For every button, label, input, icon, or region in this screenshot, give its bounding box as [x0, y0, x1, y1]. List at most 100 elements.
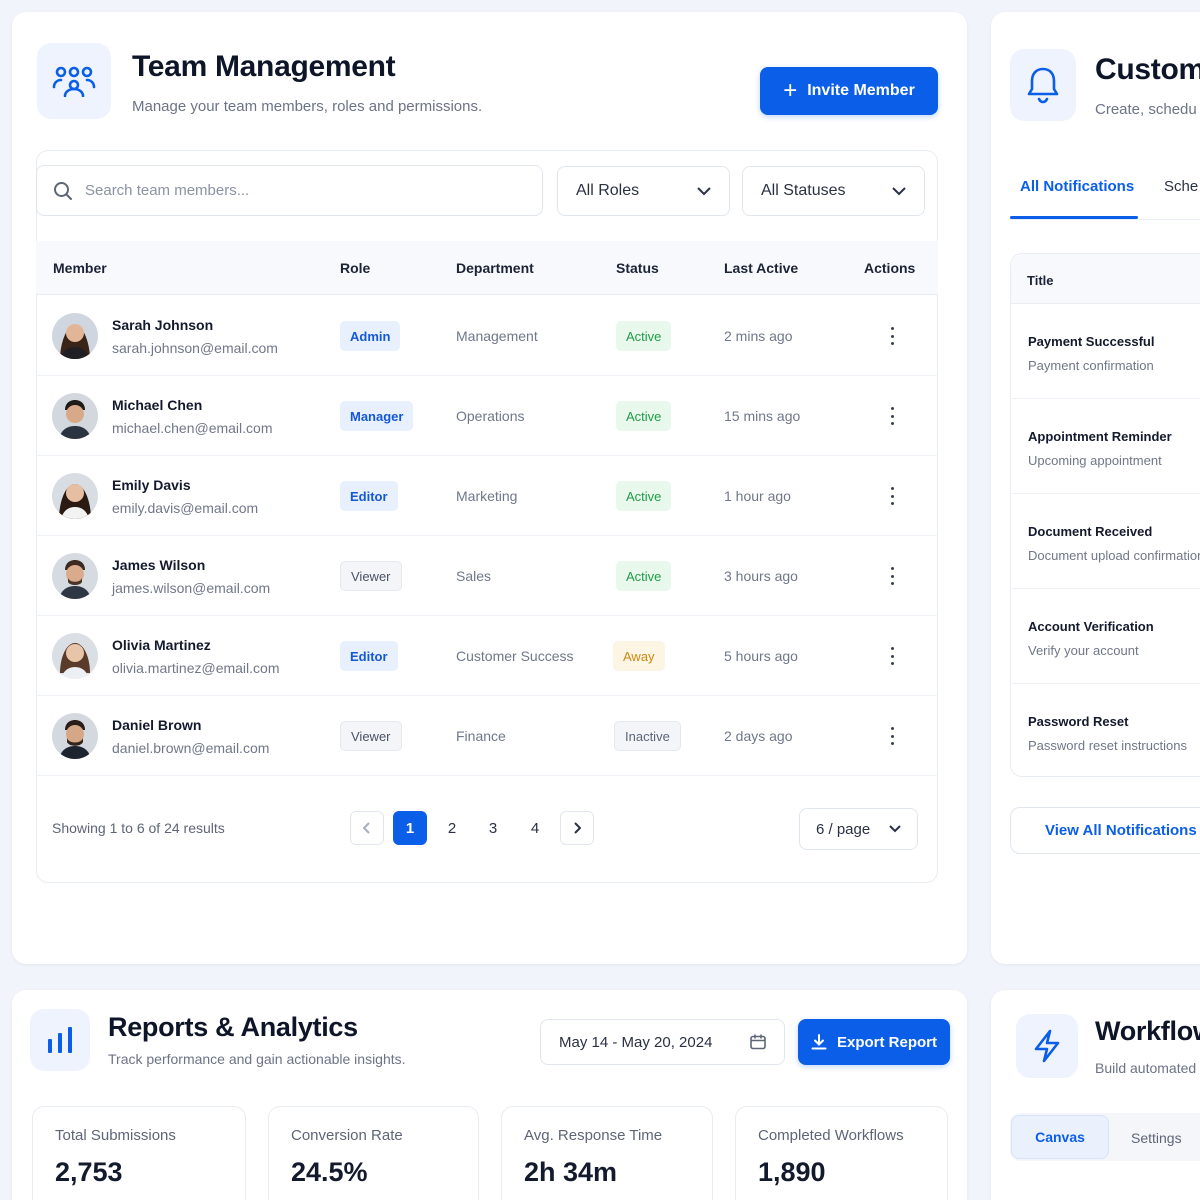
- export-report-button[interactable]: Export Report: [798, 1019, 950, 1065]
- tab-scheduled[interactable]: Sche: [1164, 178, 1198, 195]
- tab-canvas[interactable]: Canvas: [1011, 1115, 1109, 1159]
- notifications-subtitle: Create, schedu: [1095, 101, 1197, 118]
- notification-subtitle: Password reset instructions: [1028, 738, 1187, 753]
- member-name: Daniel Brown: [112, 717, 202, 733]
- more-options-icon[interactable]: [887, 484, 897, 508]
- more-options-icon[interactable]: [887, 724, 897, 748]
- last-active: 3 hours ago: [724, 568, 798, 584]
- invite-member-label: Invite Member: [807, 82, 915, 99]
- role-filter-select[interactable]: All Roles: [557, 166, 730, 216]
- date-range-value: May 14 - May 20, 2024: [559, 1033, 713, 1051]
- tab-canvas-label: Canvas: [1035, 1129, 1085, 1145]
- member-email: daniel.brown@email.com: [112, 740, 270, 756]
- role-badge: Editor: [340, 481, 398, 511]
- lightning-icon: [1034, 1029, 1060, 1063]
- member-name: Olivia Martinez: [112, 637, 211, 653]
- notification-subtitle: Upcoming appointment: [1028, 453, 1162, 468]
- status-badge: Active: [616, 321, 672, 351]
- table-row[interactable]: James Wilson james.wilson@email.com View…: [36, 536, 938, 616]
- results-summary: Showing 1 to 6 of 24 results: [52, 820, 225, 836]
- more-options-icon[interactable]: [887, 564, 897, 588]
- column-header-member[interactable]: Member: [53, 260, 107, 276]
- department: Operations: [456, 408, 525, 424]
- list-item[interactable]: Password Reset Password reset instructio…: [1010, 684, 1200, 779]
- table-row[interactable]: Daniel Brown daniel.brown@email.com View…: [36, 696, 938, 776]
- chevron-left-icon: [363, 822, 370, 834]
- tabs-divider: [1010, 219, 1200, 220]
- list-item[interactable]: Appointment Reminder Upcoming appointmen…: [1010, 399, 1200, 494]
- notifications-table-header: Title: [1011, 254, 1200, 304]
- reports-title: Reports & Analytics: [108, 1012, 358, 1042]
- member-name: Sarah Johnson: [112, 317, 214, 333]
- workflow-subtitle: Build automated: [1095, 1060, 1197, 1076]
- column-header-status[interactable]: Status: [616, 260, 659, 276]
- view-all-notifications-label: View All Notifications: [1045, 822, 1197, 839]
- department: Management: [456, 328, 538, 344]
- page-button-3[interactable]: 3: [476, 811, 510, 845]
- role-badge: Viewer: [340, 561, 402, 591]
- chevron-right-icon: [574, 822, 581, 834]
- stat-value: 24.5%: [291, 1157, 368, 1187]
- table-row[interactable]: Olivia Martinez olivia.martinez@email.co…: [36, 616, 938, 696]
- stat-value: 2,753: [55, 1157, 123, 1187]
- status-badge: Active: [616, 401, 672, 431]
- avatar: [52, 313, 98, 359]
- column-header-role[interactable]: Role: [340, 260, 370, 276]
- page-button-2[interactable]: 2: [435, 811, 469, 845]
- stat-card-total-submissions: Total Submissions 2,753: [32, 1106, 246, 1200]
- notification-title: Payment Successful: [1028, 334, 1155, 349]
- previous-page-button[interactable]: [350, 811, 384, 845]
- table-row[interactable]: Michael Chen michael.chen@email.com Mana…: [36, 376, 938, 456]
- list-item[interactable]: Document Received Document upload confir…: [1010, 494, 1200, 589]
- table-row[interactable]: Emily Davis emily.davis@email.com Editor…: [36, 456, 938, 536]
- date-range-picker[interactable]: May 14 - May 20, 2024: [540, 1019, 785, 1065]
- export-report-label: Export Report: [836, 1033, 937, 1051]
- table-row[interactable]: Sarah Johnson sarah.johnson@email.com Ad…: [36, 296, 938, 376]
- more-options-icon[interactable]: [887, 404, 897, 428]
- search-icon: [54, 181, 72, 200]
- status-filter-value: All Statuses: [761, 182, 846, 199]
- page-button-1[interactable]: 1: [393, 811, 427, 845]
- next-page-button[interactable]: [560, 811, 594, 845]
- notification-title: Appointment Reminder: [1028, 429, 1172, 444]
- page-size-select[interactable]: 6 / page: [799, 808, 918, 850]
- role-badge: Editor: [340, 641, 398, 671]
- last-active: 15 mins ago: [724, 408, 801, 424]
- page-button-4[interactable]: 4: [518, 811, 552, 845]
- list-item[interactable]: Account Verification Verify your account: [1010, 589, 1200, 684]
- column-header-title[interactable]: Title: [1027, 273, 1054, 288]
- notification-title: Document Received: [1028, 524, 1153, 539]
- column-header-last-active[interactable]: Last Active: [724, 260, 798, 276]
- last-active: 2 mins ago: [724, 328, 793, 344]
- stat-value: 1,890: [758, 1157, 826, 1187]
- notification-title: Account Verification: [1028, 619, 1154, 634]
- chevron-down-icon: [697, 186, 711, 195]
- tab-settings[interactable]: Settings: [1131, 1130, 1182, 1146]
- stat-label: Total Submissions: [55, 1127, 176, 1144]
- search-input[interactable]: Search team members...: [36, 165, 543, 216]
- more-options-icon[interactable]: [887, 324, 897, 348]
- view-all-notifications-button[interactable]: View All Notifications: [1010, 807, 1200, 854]
- last-active: 2 days ago: [724, 728, 793, 744]
- department: Sales: [456, 568, 492, 584]
- more-options-icon[interactable]: [887, 644, 897, 668]
- member-email: emily.davis@email.com: [112, 500, 259, 516]
- role-badge: Admin: [340, 321, 401, 351]
- department: Marketing: [456, 488, 518, 504]
- notifications-title: Custom: [1095, 53, 1200, 86]
- column-header-actions: Actions: [864, 260, 916, 276]
- stat-label: Conversion Rate: [291, 1127, 403, 1144]
- avatar: [52, 553, 98, 599]
- status-filter-select[interactable]: All Statuses: [742, 166, 925, 216]
- notification-subtitle: Payment confirmation: [1028, 358, 1154, 373]
- page-title: Team Management: [132, 50, 396, 83]
- workflow-header-icon: [1016, 1014, 1078, 1078]
- member-email: michael.chen@email.com: [112, 420, 273, 436]
- search-placeholder: Search team members...: [85, 182, 250, 199]
- notification-title: Password Reset: [1028, 714, 1129, 729]
- tab-all-notifications[interactable]: All Notifications: [1020, 178, 1134, 195]
- avatar: [52, 393, 98, 439]
- list-item[interactable]: Payment Successful Payment confirmation: [1010, 304, 1200, 399]
- invite-member-button[interactable]: + Invite Member: [760, 67, 938, 115]
- column-header-department[interactable]: Department: [456, 260, 534, 276]
